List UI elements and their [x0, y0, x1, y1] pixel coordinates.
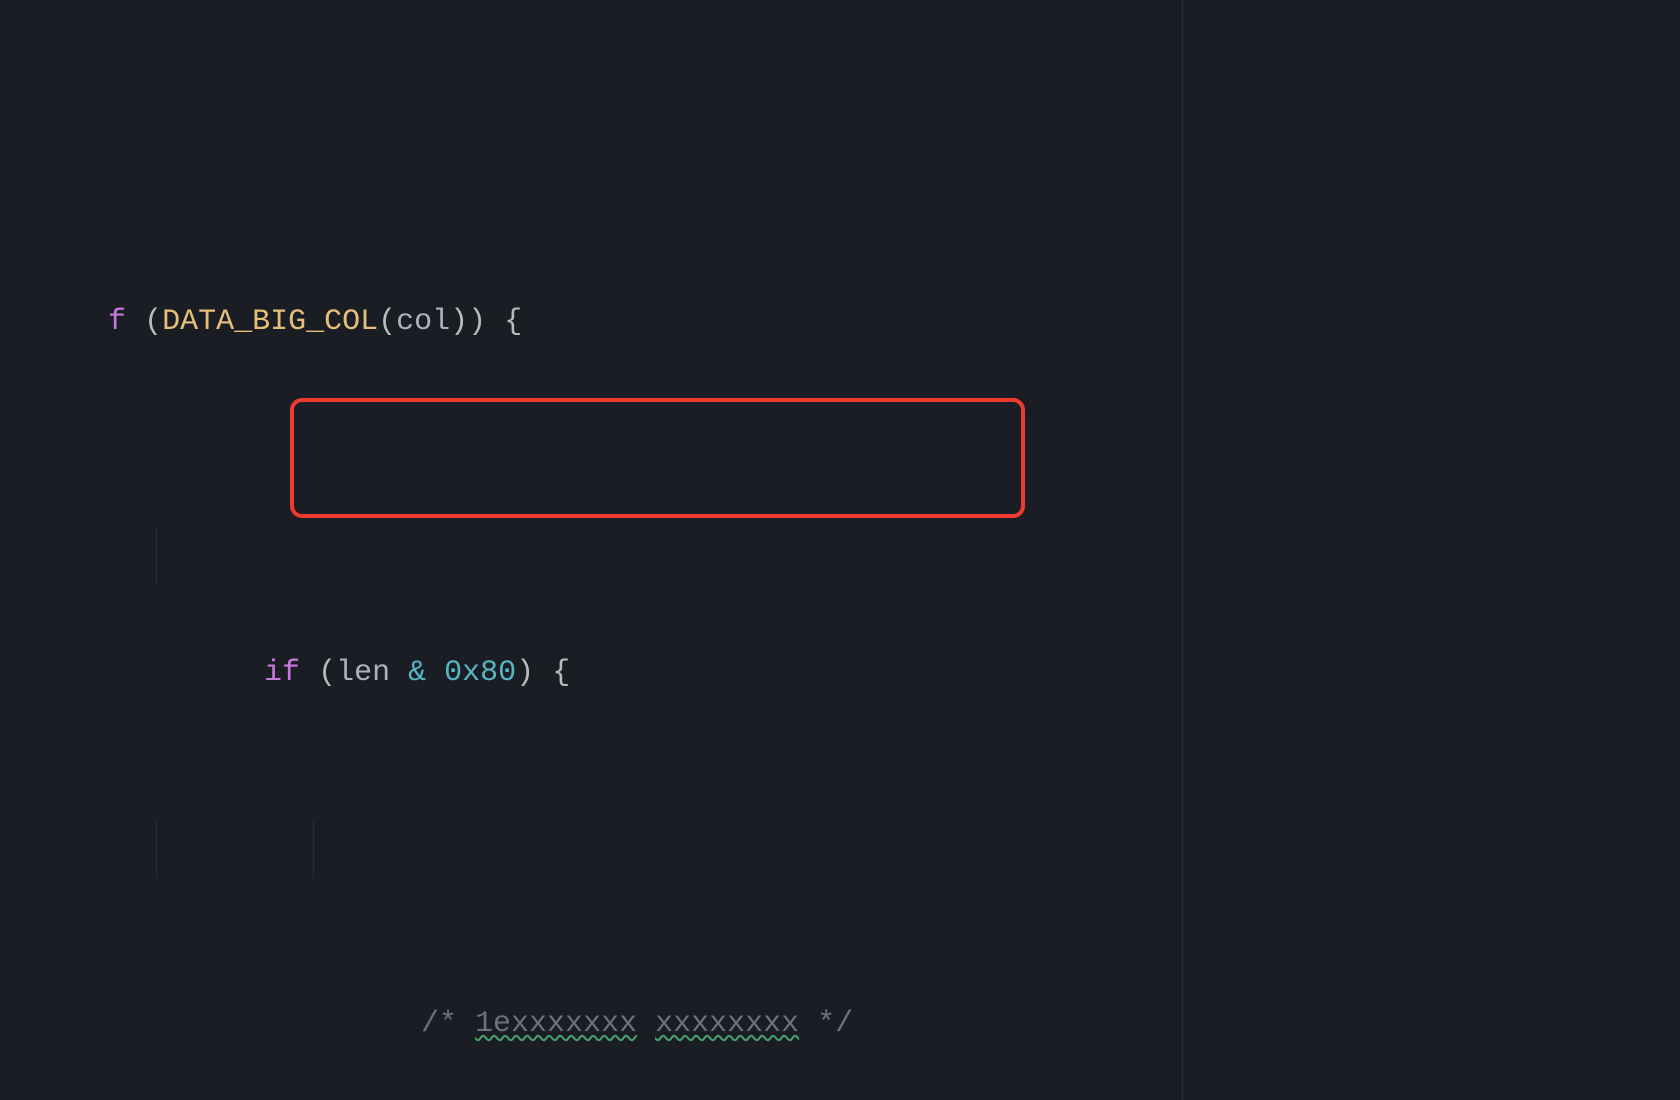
space: [486, 305, 504, 339]
variable: len: [336, 656, 390, 690]
operator: &: [408, 656, 426, 690]
space: [637, 1007, 655, 1041]
space: [390, 656, 408, 690]
fn-name: DATA_BIG_COL: [162, 305, 378, 339]
keyword: f: [108, 305, 126, 339]
variable: col: [396, 305, 450, 339]
brace: {: [552, 656, 570, 690]
space: [300, 656, 318, 690]
number: 0x80: [444, 656, 516, 690]
paren: ): [468, 305, 486, 339]
comment: /*: [421, 1007, 475, 1041]
paren: ): [450, 305, 468, 339]
brace: {: [504, 305, 522, 339]
code-editor[interactable]: f (DATA_BIG_COL(col)) { if (len & 0x80) …: [0, 0, 1680, 1100]
space: [534, 656, 552, 690]
comment: */: [799, 1007, 853, 1041]
keyword: if: [264, 656, 300, 690]
code-line: f (DATA_BIG_COL(col)) {: [0, 234, 1680, 293]
paren: (: [318, 656, 336, 690]
paren: ): [516, 656, 534, 690]
paren: (: [378, 305, 396, 339]
space: [426, 656, 444, 690]
comment-text: 1exxxxxxx: [475, 1007, 637, 1041]
code-line: /* 1exxxxxxx xxxxxxxx */: [0, 819, 1680, 878]
code-block: f (DATA_BIG_COL(col)) { if (len & 0x80) …: [0, 0, 1680, 1100]
paren: [126, 305, 144, 339]
comment-text: xxxxxxxx: [655, 1007, 799, 1041]
code-line: if (len & 0x80) {: [0, 527, 1680, 586]
paren: (: [144, 305, 162, 339]
